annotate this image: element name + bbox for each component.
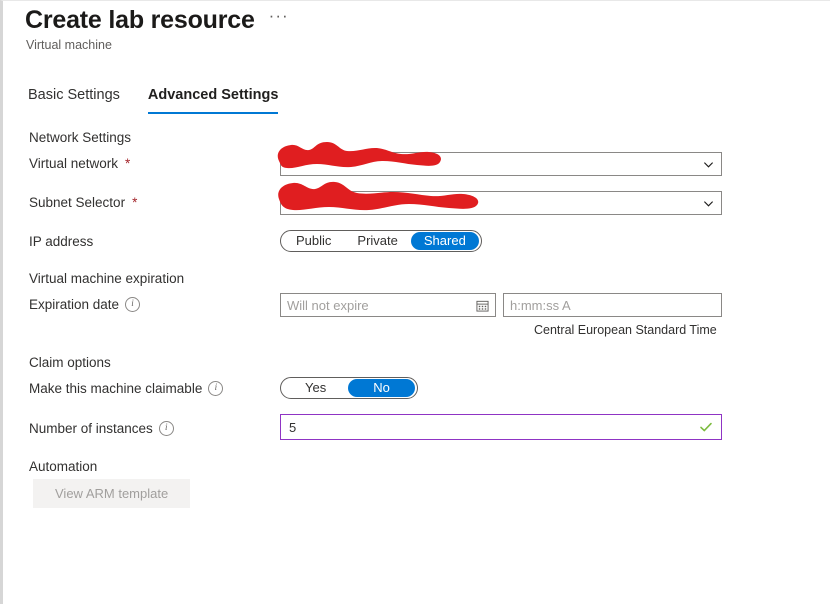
ip-address-toggle[interactable]: Public Private Shared	[280, 230, 482, 252]
info-icon[interactable]	[125, 297, 141, 312]
calendar-icon[interactable]	[476, 299, 489, 312]
blade-subtitle: Virtual machine	[26, 38, 112, 52]
claimable-option-yes[interactable]: Yes	[283, 379, 348, 397]
ip-option-public[interactable]: Public	[283, 232, 344, 250]
view-arm-template-button-wrapper: View ARM template	[33, 479, 191, 508]
info-icon[interactable]	[158, 421, 174, 436]
more-options-icon[interactable]: ···	[269, 7, 289, 29]
section-heading-claim-options: Claim options	[29, 355, 111, 370]
tab-advanced-settings[interactable]: Advanced Settings	[147, 87, 279, 114]
required-asterisk: *	[125, 156, 131, 171]
expiration-date-input[interactable]: Will not expire	[280, 293, 496, 317]
label-virtual-network-text: Virtual network	[29, 156, 119, 171]
label-subnet-selector-text: Subnet Selector	[29, 195, 126, 210]
label-number-of-instances: Number of instances	[29, 421, 174, 436]
subnet-selector-dropdown[interactable]	[280, 191, 722, 215]
expiration-time-input[interactable]: h:mm:ss A	[503, 293, 722, 317]
number-of-instances-value: 5	[289, 419, 297, 435]
label-subnet-selector: Subnet Selector *	[29, 195, 137, 210]
expiration-date-placeholder: Will not expire	[287, 297, 369, 313]
tab-basic-settings[interactable]: Basic Settings	[28, 87, 120, 114]
required-asterisk: *	[132, 195, 138, 210]
section-heading-vm-expiration: Virtual machine expiration	[29, 271, 185, 286]
timezone-note: Central European Standard Time	[534, 323, 717, 337]
create-lab-resource-blade: Create lab resource ··· Virtual machine …	[0, 0, 830, 604]
label-make-claimable-text: Make this machine claimable	[29, 381, 203, 396]
ip-option-private[interactable]: Private	[344, 232, 410, 250]
page-title: Create lab resource	[25, 6, 255, 34]
chevron-down-icon	[703, 159, 714, 170]
info-icon[interactable]	[208, 381, 224, 396]
valid-check-icon	[699, 420, 713, 434]
ip-option-shared[interactable]: Shared	[410, 232, 479, 250]
virtual-network-dropdown[interactable]	[280, 152, 722, 176]
make-claimable-toggle[interactable]: Yes No	[280, 377, 418, 399]
blade-header: Create lab resource ···	[25, 5, 289, 35]
chevron-down-icon	[703, 198, 714, 209]
settings-tablist: Basic Settings Advanced Settings	[28, 87, 279, 114]
number-of-instances-input[interactable]: 5	[280, 414, 722, 440]
expiration-time-placeholder: h:mm:ss A	[510, 297, 571, 313]
view-arm-template-button[interactable]: View ARM template	[33, 479, 191, 508]
label-make-claimable: Make this machine claimable	[29, 381, 224, 396]
section-heading-network-settings: Network Settings	[29, 130, 132, 145]
label-expiration-date-text: Expiration date	[29, 297, 120, 312]
label-number-of-instances-text: Number of instances	[29, 421, 153, 436]
section-heading-automation: Automation	[29, 459, 98, 474]
label-ip-address: IP address	[29, 234, 93, 249]
claimable-option-no[interactable]: No	[348, 379, 415, 397]
label-ip-address-text: IP address	[29, 234, 94, 249]
label-virtual-network: Virtual network *	[29, 156, 130, 171]
label-expiration-date: Expiration date	[29, 297, 141, 312]
